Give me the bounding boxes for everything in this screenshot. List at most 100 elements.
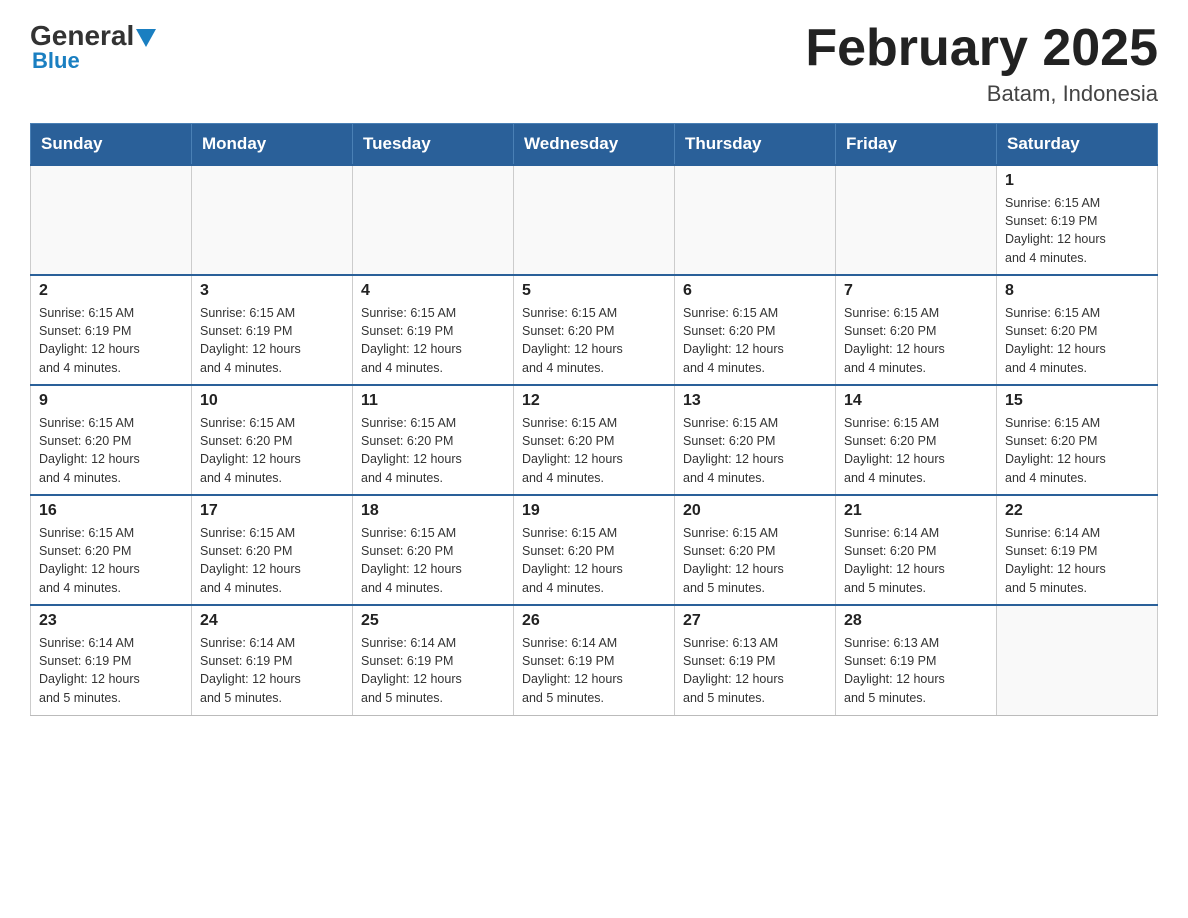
logo-triangle-icon <box>136 29 156 47</box>
calendar-cell <box>31 165 192 275</box>
calendar-cell <box>836 165 997 275</box>
calendar-cell: 20 Sunrise: 6:15 AM Sunset: 6:20 PM Dayli… <box>675 495 836 605</box>
calendar-cell <box>353 165 514 275</box>
day-number: 18 <box>361 502 505 520</box>
calendar-cell: 7 Sunrise: 6:15 AM Sunset: 6:20 PM Daylig… <box>836 275 997 385</box>
day-info: Sunrise: 6:15 AM Sunset: 6:20 PM Dayligh… <box>683 304 827 377</box>
day-number: 19 <box>522 502 666 520</box>
day-info: Sunrise: 6:15 AM Sunset: 6:20 PM Dayligh… <box>844 304 988 377</box>
calendar-cell: 25 Sunrise: 6:14 AM Sunset: 6:19 PM Dayli… <box>353 605 514 715</box>
calendar-cell: 14Sunrise: 6:15 AM Sunset: 6:20 PM Dayli… <box>836 385 997 495</box>
day-info: Sunrise: 6:15 AM Sunset: 6:20 PM Dayligh… <box>1005 304 1149 377</box>
day-info: Sunrise: 6:15 AM Sunset: 6:19 PM Dayligh… <box>39 304 183 377</box>
logo: General Blue <box>30 20 156 74</box>
calendar-cell: 23 Sunrise: 6:14 AM Sunset: 6:19 PM Dayli… <box>31 605 192 715</box>
calendar-cell: 22 Sunrise: 6:14 AM Sunset: 6:19 PM Dayli… <box>997 495 1158 605</box>
day-header-monday: Monday <box>192 124 353 166</box>
day-number: 10 <box>200 392 344 410</box>
day-number: 6 <box>683 282 827 300</box>
day-info: Sunrise: 6:15 AM Sunset: 6:19 PM Dayligh… <box>200 304 344 377</box>
day-number: 27 <box>683 612 827 630</box>
calendar-cell: 3 Sunrise: 6:15 AM Sunset: 6:19 PM Daylig… <box>192 275 353 385</box>
location-subtitle: Batam, Indonesia <box>805 81 1158 107</box>
day-info: Sunrise: 6:15 AM Sunset: 6:20 PM Dayligh… <box>844 414 988 487</box>
calendar-cell: 4Sunrise: 6:15 AM Sunset: 6:19 PM Daylig… <box>353 275 514 385</box>
week-row-5: 23 Sunrise: 6:14 AM Sunset: 6:19 PM Dayli… <box>31 605 1158 715</box>
day-info: Sunrise: 6:15 AM Sunset: 6:20 PM Dayligh… <box>39 414 183 487</box>
week-row-3: 9 Sunrise: 6:15 AM Sunset: 6:20 PM Daylig… <box>31 385 1158 495</box>
day-info: Sunrise: 6:15 AM Sunset: 6:20 PM Dayligh… <box>200 414 344 487</box>
day-number: 3 <box>200 282 344 300</box>
day-info: Sunrise: 6:15 AM Sunset: 6:20 PM Dayligh… <box>200 524 344 597</box>
calendar-cell: 2 Sunrise: 6:15 AM Sunset: 6:19 PM Daylig… <box>31 275 192 385</box>
day-header-thursday: Thursday <box>675 124 836 166</box>
calendar-cell: 10 Sunrise: 6:15 AM Sunset: 6:20 PM Dayli… <box>192 385 353 495</box>
day-info: Sunrise: 6:14 AM Sunset: 6:19 PM Dayligh… <box>39 634 183 707</box>
day-number: 7 <box>844 282 988 300</box>
day-header-friday: Friday <box>836 124 997 166</box>
calendar-table: SundayMondayTuesdayWednesdayThursdayFrid… <box>30 123 1158 716</box>
day-header-row: SundayMondayTuesdayWednesdayThursdayFrid… <box>31 124 1158 166</box>
week-row-2: 2 Sunrise: 6:15 AM Sunset: 6:19 PM Daylig… <box>31 275 1158 385</box>
title-block: February 2025 Batam, Indonesia <box>805 20 1158 107</box>
page-header: General Blue February 2025 Batam, Indone… <box>30 20 1158 107</box>
day-number: 1 <box>1005 172 1149 190</box>
day-info: Sunrise: 6:15 AM Sunset: 6:20 PM Dayligh… <box>522 524 666 597</box>
calendar-cell: 12 Sunrise: 6:15 AM Sunset: 6:20 PM Dayli… <box>514 385 675 495</box>
week-row-4: 16 Sunrise: 6:15 AM Sunset: 6:20 PM Dayli… <box>31 495 1158 605</box>
day-number: 8 <box>1005 282 1149 300</box>
calendar-cell <box>514 165 675 275</box>
day-info: Sunrise: 6:15 AM Sunset: 6:20 PM Dayligh… <box>361 524 505 597</box>
day-info: Sunrise: 6:15 AM Sunset: 6:20 PM Dayligh… <box>1005 414 1149 487</box>
calendar-cell: 16 Sunrise: 6:15 AM Sunset: 6:20 PM Dayli… <box>31 495 192 605</box>
calendar-cell: 26Sunrise: 6:14 AM Sunset: 6:19 PM Dayli… <box>514 605 675 715</box>
day-info: Sunrise: 6:15 AM Sunset: 6:20 PM Dayligh… <box>39 524 183 597</box>
day-info: Sunrise: 6:14 AM Sunset: 6:19 PM Dayligh… <box>200 634 344 707</box>
day-number: 25 <box>361 612 505 630</box>
day-number: 15 <box>1005 392 1149 410</box>
day-number: 16 <box>39 502 183 520</box>
day-info: Sunrise: 6:14 AM Sunset: 6:19 PM Dayligh… <box>1005 524 1149 597</box>
calendar-cell: 9 Sunrise: 6:15 AM Sunset: 6:20 PM Daylig… <box>31 385 192 495</box>
day-info: Sunrise: 6:15 AM Sunset: 6:19 PM Dayligh… <box>1005 194 1149 267</box>
day-info: Sunrise: 6:15 AM Sunset: 6:20 PM Dayligh… <box>683 414 827 487</box>
day-number: 13 <box>683 392 827 410</box>
calendar-cell: 17 Sunrise: 6:15 AM Sunset: 6:20 PM Dayli… <box>192 495 353 605</box>
day-header-wednesday: Wednesday <box>514 124 675 166</box>
day-info: Sunrise: 6:15 AM Sunset: 6:20 PM Dayligh… <box>522 414 666 487</box>
calendar-cell: 27 Sunrise: 6:13 AM Sunset: 6:19 PM Dayli… <box>675 605 836 715</box>
day-info: Sunrise: 6:14 AM Sunset: 6:19 PM Dayligh… <box>361 634 505 707</box>
calendar-cell: 19 Sunrise: 6:15 AM Sunset: 6:20 PM Dayli… <box>514 495 675 605</box>
day-number: 4 <box>361 282 505 300</box>
day-header-saturday: Saturday <box>997 124 1158 166</box>
calendar-cell: 28 Sunrise: 6:13 AM Sunset: 6:19 PM Dayli… <box>836 605 997 715</box>
calendar-cell: 21Sunrise: 6:14 AM Sunset: 6:20 PM Dayli… <box>836 495 997 605</box>
day-info: Sunrise: 6:15 AM Sunset: 6:20 PM Dayligh… <box>361 414 505 487</box>
calendar-cell: 1 Sunrise: 6:15 AM Sunset: 6:19 PM Daylig… <box>997 165 1158 275</box>
day-number: 20 <box>683 502 827 520</box>
day-info: Sunrise: 6:13 AM Sunset: 6:19 PM Dayligh… <box>683 634 827 707</box>
day-number: 12 <box>522 392 666 410</box>
day-number: 9 <box>39 392 183 410</box>
calendar-cell: 5Sunrise: 6:15 AM Sunset: 6:20 PM Daylig… <box>514 275 675 385</box>
day-number: 26 <box>522 612 666 630</box>
day-info: Sunrise: 6:15 AM Sunset: 6:20 PM Dayligh… <box>683 524 827 597</box>
day-header-tuesday: Tuesday <box>353 124 514 166</box>
month-title: February 2025 <box>805 20 1158 77</box>
day-header-sunday: Sunday <box>31 124 192 166</box>
day-number: 17 <box>200 502 344 520</box>
day-number: 5 <box>522 282 666 300</box>
calendar-cell: 15 Sunrise: 6:15 AM Sunset: 6:20 PM Dayli… <box>997 385 1158 495</box>
day-number: 11 <box>361 392 505 410</box>
logo-blue-text: Blue <box>32 48 80 74</box>
calendar-cell: 8 Sunrise: 6:15 AM Sunset: 6:20 PM Daylig… <box>997 275 1158 385</box>
calendar-cell <box>675 165 836 275</box>
day-number: 28 <box>844 612 988 630</box>
day-info: Sunrise: 6:13 AM Sunset: 6:19 PM Dayligh… <box>844 634 988 707</box>
week-row-1: 1 Sunrise: 6:15 AM Sunset: 6:19 PM Daylig… <box>31 165 1158 275</box>
calendar-cell: 13 Sunrise: 6:15 AM Sunset: 6:20 PM Dayli… <box>675 385 836 495</box>
calendar-cell <box>192 165 353 275</box>
day-number: 22 <box>1005 502 1149 520</box>
day-number: 2 <box>39 282 183 300</box>
day-number: 23 <box>39 612 183 630</box>
